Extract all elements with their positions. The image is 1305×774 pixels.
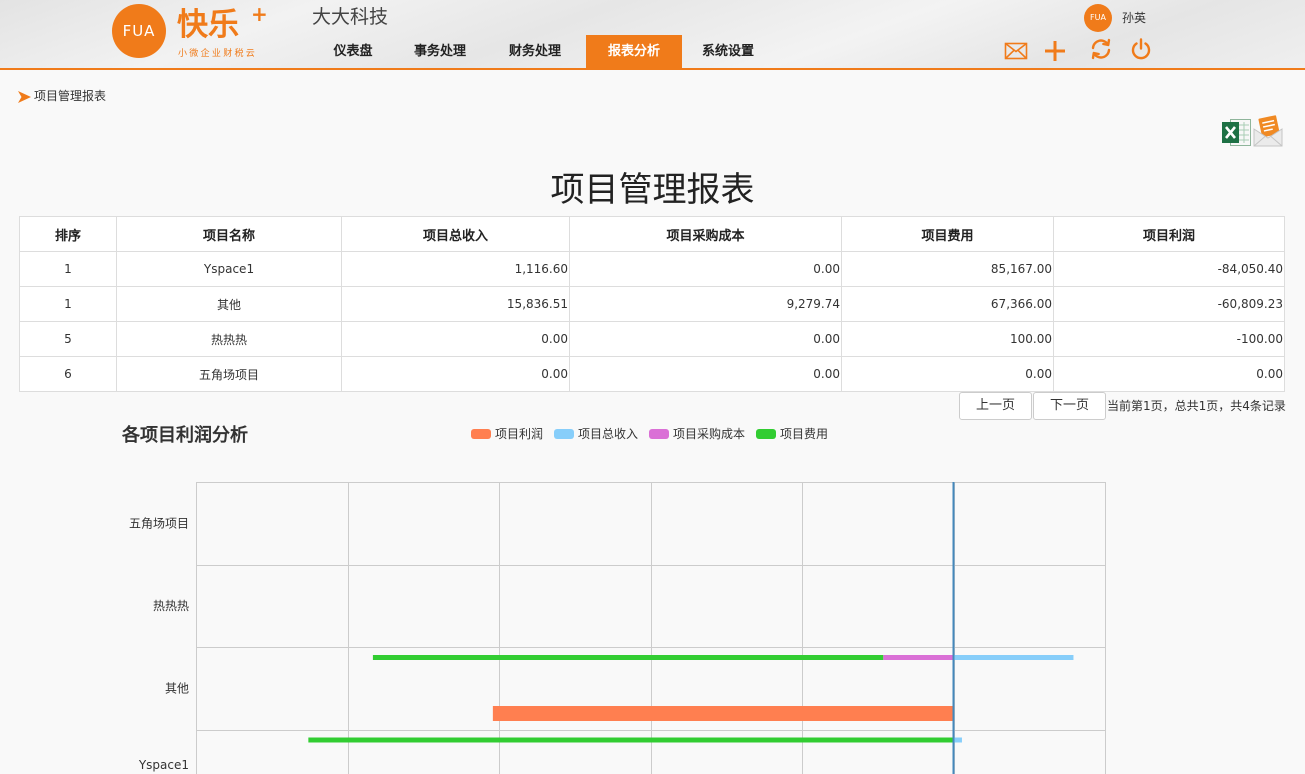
table-row: 1 其他 15,836.51 9,279.74 67,366.00 -60,809.23 <box>19 286 1285 322</box>
cell-total-income: 0.00 <box>341 356 570 392</box>
cell-expense: 100.00 <box>841 321 1054 357</box>
cell-profit: -100.00 <box>1053 321 1285 357</box>
legend-label-total-income: 项目总收入 <box>578 427 639 441</box>
bar-profit <box>492 706 954 721</box>
bar-expense <box>308 737 954 743</box>
cell-purchase-cost: 9,279.74 <box>569 286 842 322</box>
avatar[interactable]: FUA <box>1084 4 1112 32</box>
cell-expense: 85,167.00 <box>841 251 1054 287</box>
column-header-total-income: 项目总收入 <box>341 216 570 252</box>
cell-rank: 1 <box>19 251 117 287</box>
prev-page-button[interactable]: 上一页 <box>959 392 1032 420</box>
column-header-rank: 排序 <box>19 216 117 252</box>
legend-item-profit[interactable]: 项目利润 <box>471 427 543 441</box>
legend-label-purchase-cost: 项目采购成本 <box>673 427 746 441</box>
email-report-icon[interactable] <box>1253 115 1283 147</box>
nav-finance[interactable]: 财务处理 <box>495 35 575 68</box>
app-header: FUA 快乐 + 小微企业财税云 大大科技 仪表盘 事务处理 财务处理 报表分析… <box>0 0 1305 70</box>
bar-total-income <box>953 737 962 743</box>
table-row: 1 Yspace1 1,116.60 0.00 85,167.00 -84,050.40 <box>19 251 1285 287</box>
cell-expense: 0.00 <box>841 356 1054 392</box>
legend-label-expense: 项目费用 <box>780 427 829 441</box>
brand-plus: + <box>251 2 268 26</box>
cell-purchase-cost: 0.00 <box>569 356 842 392</box>
cell-purchase-cost: 0.00 <box>569 251 842 287</box>
next-page-button[interactable]: 下一页 <box>1033 392 1106 420</box>
cell-rank: 1 <box>19 286 117 322</box>
chart-legend: 项目利润 项目总收入 项目采购成本 项目费用 <box>471 427 828 441</box>
column-header-project-name: 项目名称 <box>116 216 342 252</box>
user-name[interactable]: 孙英 <box>1122 10 1146 26</box>
y-tick-label: 五角场项目 <box>129 516 189 530</box>
bar-purchase-cost <box>883 655 954 660</box>
table-row: 5 热热热 0.00 0.00 100.00 -100.00 <box>19 321 1285 357</box>
nav-settings[interactable]: 系统设置 <box>688 35 768 68</box>
profit-bar-chart: Yspace1 其他 热热热 五角场项目 <box>129 482 1106 774</box>
bar-expense <box>372 655 884 660</box>
pagination-status: 当前第1页，总共1页，共4条记录 <box>1107 399 1286 413</box>
cell-project-name: 其他 <box>116 286 342 322</box>
column-header-profit: 项目利润 <box>1053 216 1285 252</box>
nav-dashboard[interactable]: 仪表盘 <box>323 35 383 68</box>
logo-badge[interactable]: FUA <box>112 4 166 58</box>
y-tick-label: 其他 <box>165 681 189 695</box>
brand-name[interactable]: 快乐 <box>177 6 239 44</box>
cell-purchase-cost: 0.00 <box>569 321 842 357</box>
nav-transactions[interactable]: 事务处理 <box>400 35 480 68</box>
excel-export-icon[interactable] <box>1221 117 1252 148</box>
cell-project-name: 热热热 <box>116 321 342 357</box>
cell-total-income: 0.00 <box>341 321 570 357</box>
chart-title: 各项目利润分析 <box>122 425 248 446</box>
cell-profit: 0.00 <box>1053 356 1285 392</box>
column-header-expense: 项目费用 <box>841 216 1054 252</box>
legend-item-total-income[interactable]: 项目总收入 <box>554 427 638 441</box>
legend-swatch-purchase-cost <box>649 429 670 439</box>
cell-rank: 5 <box>19 321 117 357</box>
power-icon[interactable] <box>1129 37 1153 61</box>
report-table: 排序 项目名称 项目总收入 项目采购成本 项目费用 项目利润 1 Yspace1 1… <box>19 216 1285 392</box>
cell-project-name: 五角场项目 <box>116 356 342 392</box>
brand-tagline: 小微企业财税云 <box>178 49 258 59</box>
cell-total-income: 15,836.51 <box>341 286 570 322</box>
legend-swatch-total-income <box>554 429 575 439</box>
company-name: 大大科技 <box>312 6 389 28</box>
cell-profit: -60,809.23 <box>1053 286 1285 322</box>
page-title: 项目管理报表 <box>550 170 755 210</box>
legend-item-expense[interactable]: 项目费用 <box>756 427 828 441</box>
bar-total-income <box>953 655 1074 660</box>
table-row: 6 五角场项目 0.00 0.00 0.00 0.00 <box>19 356 1285 392</box>
cell-profit: -84,050.40 <box>1053 251 1285 287</box>
legend-swatch-expense <box>756 429 777 439</box>
breadcrumb: 项目管理报表 <box>34 89 107 103</box>
plus-icon[interactable] <box>1043 39 1067 63</box>
nav-reports[interactable]: 报表分析 <box>586 35 682 68</box>
cell-expense: 67,366.00 <box>841 286 1054 322</box>
legend-swatch-profit <box>471 429 491 439</box>
breadcrumb-arrow-icon <box>18 91 31 103</box>
table-header-row: 排序 项目名称 项目总收入 项目采购成本 项目费用 项目利润 <box>19 216 1285 252</box>
table-body: 1 Yspace1 1,116.60 0.00 85,167.00 -84,050.40 1… <box>19 251 1285 392</box>
column-header-purchase-cost: 项目采购成本 <box>569 216 842 252</box>
legend-item-purchase-cost[interactable]: 项目采购成本 <box>649 427 745 441</box>
y-tick-label: Yspace1 <box>138 758 189 772</box>
cell-project-name: Yspace1 <box>116 251 342 287</box>
cell-total-income: 1,116.60 <box>341 251 570 287</box>
refresh-icon[interactable] <box>1089 37 1113 61</box>
mail-cancel-icon[interactable] <box>1004 42 1028 60</box>
cell-rank: 6 <box>19 356 117 392</box>
legend-label-profit: 项目利润 <box>495 427 544 441</box>
y-tick-label: 热热热 <box>153 599 189 613</box>
